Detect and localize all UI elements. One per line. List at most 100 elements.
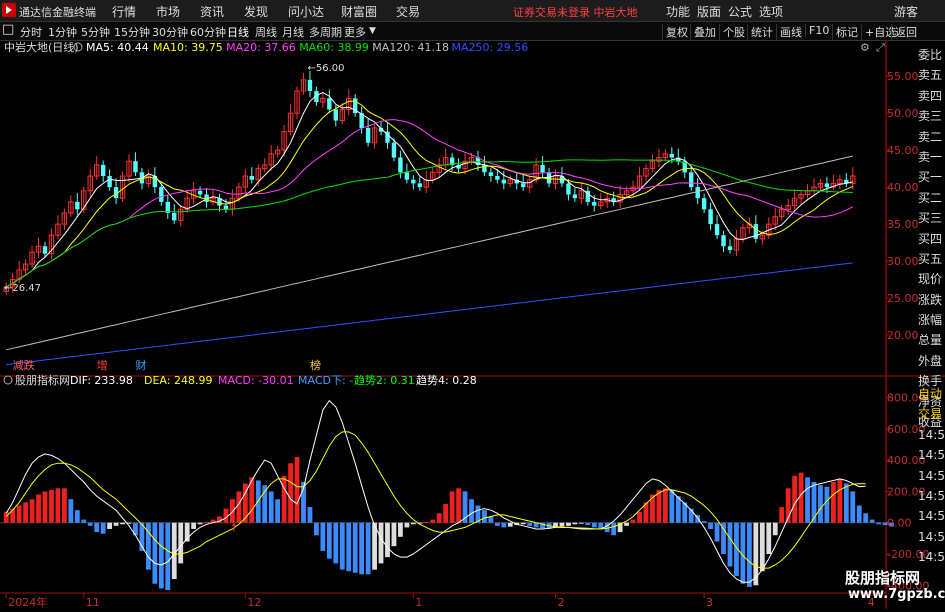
menu-shichang[interactable]: 市场 xyxy=(156,3,180,20)
candle-body xyxy=(411,179,416,184)
tab-15min[interactable]: 15分钟 xyxy=(114,24,150,40)
macd-bar xyxy=(637,511,642,523)
btn-gegu[interactable]: 个股 xyxy=(719,24,745,40)
macd-bar xyxy=(863,513,869,523)
candle-body xyxy=(223,205,229,210)
expand-icon: ⤢ xyxy=(876,41,885,54)
candle-body xyxy=(566,183,571,195)
macd-bar xyxy=(869,519,875,523)
btn-diejia[interactable]: 叠加 xyxy=(690,24,716,40)
tab-5min[interactable]: 5分钟 xyxy=(81,24,110,40)
menu-gongshi[interactable]: 公式 xyxy=(728,3,752,20)
macd-bar xyxy=(482,510,487,523)
tab-30min[interactable]: 30分钟 xyxy=(152,24,188,40)
price-tick-label: 30.00 xyxy=(887,255,919,268)
tab-weekly[interactable]: 周线 xyxy=(255,24,277,40)
ma120-line xyxy=(6,155,853,351)
macd-legend-1: DEA: 248.99 xyxy=(144,374,212,387)
macd-legend-2: MACD: -30.01 xyxy=(218,374,294,387)
tab-multi-period[interactable]: 多周期 xyxy=(309,24,342,40)
login-notice[interactable]: 证券交易未登录 中岩大地 xyxy=(513,4,638,20)
macd-bar xyxy=(42,491,48,523)
menu-faxian[interactable]: 发现 xyxy=(244,3,268,20)
macd-bar xyxy=(766,522,772,555)
menu-youke[interactable]: 游客 xyxy=(894,3,918,20)
macd-bar xyxy=(191,522,197,529)
btn-fuquan[interactable]: 复权 xyxy=(662,24,688,40)
btn-tongji[interactable]: 统计 xyxy=(747,24,773,40)
macd-bar xyxy=(830,482,836,523)
candle-body xyxy=(307,79,313,91)
macd-bar xyxy=(792,475,798,523)
macd-bar xyxy=(378,522,384,564)
macd-title: 股朋指标网 xyxy=(15,373,70,387)
side-sell2: 卖二 xyxy=(918,129,943,144)
macd-bar xyxy=(772,522,778,536)
macd-bar xyxy=(120,522,125,525)
tab-fenshi[interactable]: 分时 xyxy=(20,24,42,40)
menu-xuanxiang[interactable]: 选项 xyxy=(759,3,783,20)
candle-body xyxy=(159,187,164,202)
btn-back[interactable]: 返回 xyxy=(891,24,917,40)
side-sell5: 卖五 xyxy=(918,68,943,83)
menu-banmian[interactable]: 版面 xyxy=(697,3,721,20)
btn-huaxian[interactable]: 画线 xyxy=(776,24,802,40)
macd-bar xyxy=(3,511,9,523)
candle-body xyxy=(521,183,526,188)
menu-jiaoyi[interactable]: 交易 xyxy=(396,3,420,20)
side-buy4: 买四 xyxy=(918,231,943,246)
macd-bar xyxy=(113,522,119,526)
menu-zixun[interactable]: 资讯 xyxy=(200,3,224,20)
macd-bar xyxy=(74,510,80,523)
xaxis-label: 3 xyxy=(706,596,713,609)
low-label: ←26.47 xyxy=(4,283,41,294)
candle-body xyxy=(824,183,830,188)
side-buy3: 买三 xyxy=(918,211,943,226)
macd-bar xyxy=(16,505,22,523)
btn-biaoji[interactable]: 标记 xyxy=(832,24,858,40)
chart-area[interactable]: 55.00 50.00 45.00 40.00 35.00 30.00 25.00 20.00… xyxy=(0,40,945,609)
macd-bar xyxy=(469,499,474,523)
macd-bar xyxy=(55,488,61,523)
macd-bar xyxy=(701,521,707,523)
macd-bar xyxy=(566,522,571,526)
macd-bar xyxy=(236,491,242,523)
candle-body xyxy=(249,176,254,180)
macd-bar xyxy=(268,491,274,523)
macd-bar xyxy=(559,522,565,527)
chevron-down-icon[interactable]: ▼ xyxy=(369,26,376,36)
macd-bar xyxy=(494,522,500,526)
btn-f10[interactable]: F10 xyxy=(805,24,829,37)
tab-daily[interactable]: 日线 xyxy=(227,24,249,40)
macd-bar xyxy=(281,475,287,523)
macd-bar xyxy=(326,522,332,559)
candle-body xyxy=(365,127,371,143)
menu-caifuquan[interactable]: 财富圈 xyxy=(341,3,377,20)
macd-bar xyxy=(158,522,164,589)
menu-wenxiaoda[interactable]: 问小达 xyxy=(288,3,324,20)
tab-60min[interactable]: 60分钟 xyxy=(190,24,226,40)
tab-monthly[interactable]: 月线 xyxy=(282,24,304,40)
macd-bar xyxy=(611,522,617,536)
tab-more[interactable]: 更多 xyxy=(344,24,366,40)
menu-hangqing[interactable]: 行情 xyxy=(112,3,136,20)
tab-1min[interactable]: 1分钟 xyxy=(48,24,77,40)
side-trade[interactable]: 交易 xyxy=(918,404,945,424)
candle-body xyxy=(501,179,507,184)
side-weibi: 委比 xyxy=(918,48,943,62)
side-auto[interactable]: 自动 xyxy=(918,384,945,404)
macd-bar xyxy=(585,522,591,526)
side-change: 涨跌 xyxy=(918,292,943,307)
ma-legend-4: MA120: 41.18 xyxy=(372,41,449,54)
side-change-pct: 涨幅 xyxy=(918,313,943,328)
kline-chart[interactable]: 55.0050.0045.0040.0035.0030.0025.0020.00… xyxy=(0,40,945,609)
macd-bar xyxy=(624,522,629,526)
app-title: 通达信金融终端 xyxy=(19,6,96,19)
candle-body xyxy=(592,201,597,206)
checkbox-icon[interactable]: □ xyxy=(2,22,14,37)
candle-body xyxy=(417,183,423,188)
candle-body xyxy=(695,187,700,199)
menu-gongneng[interactable]: 功能 xyxy=(666,3,690,20)
macd-bar xyxy=(824,486,830,523)
macd-bar xyxy=(359,522,365,575)
